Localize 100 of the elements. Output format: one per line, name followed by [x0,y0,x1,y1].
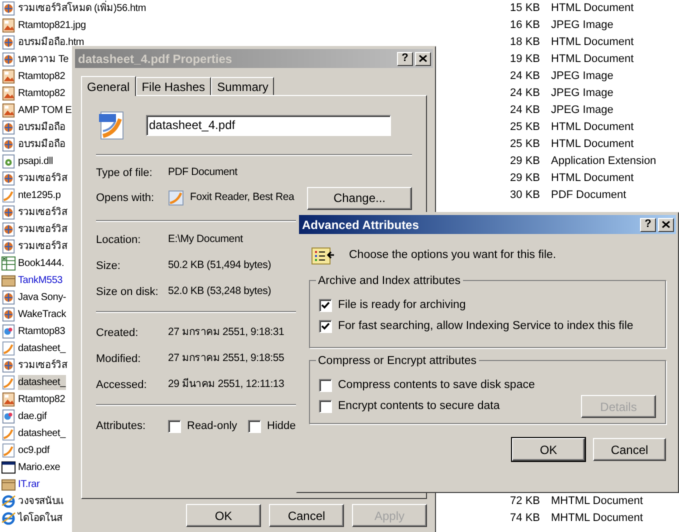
file-type: PDF Document [550,188,628,204]
field-value: Foxit Reader, Best Rea [190,190,296,206]
file-name[interactable]: psapi.dll [18,154,53,169]
file-name[interactable]: datasheet_ [18,426,66,441]
folder-list-icon [311,246,335,266]
help-button[interactable]: ? [640,218,656,232]
checkbox-label: Encrypt contents to secure data [338,398,500,414]
file-type: HTML Document [550,1,635,16]
field-label: Created: [96,326,140,341]
archive-icon [1,273,16,288]
file-size: 25 KB [509,137,540,152]
file-name[interactable]: WakeTrack [18,307,66,322]
file-name[interactable]: วงจรสนับแ [18,494,64,509]
file-name[interactable]: Mario.exe [18,460,60,475]
tab[interactable]: Summary [211,77,274,95]
file-type: HTML Document [550,120,635,136]
file-type: HTML Document [550,52,635,68]
file-name[interactable]: AMP TOM E [18,103,72,118]
file-name[interactable]: อบรมมือถือ [18,137,66,152]
file-name[interactable]: รวมเซอร์วิส [18,205,68,220]
file-type: Application Extension [550,154,658,170]
intro-text: Choose the options you want for this file. [349,248,556,264]
browser-e-icon [1,511,16,526]
checkbox[interactable] [168,420,181,432]
file-name[interactable]: Java Sony- [18,290,66,305]
checkbox[interactable] [319,320,332,333]
field-label: Accessed: [96,378,148,393]
file-name[interactable]: รวมเซอร์วิส [18,358,68,373]
file-size: 30 KB [509,188,540,204]
file-name[interactable]: อบรมมือถือ [18,120,66,135]
checkbox[interactable] [319,299,332,312]
file-name[interactable]: dae.gif [18,409,47,424]
close-button[interactable] [415,52,431,66]
file-name[interactable]: รวมเซอร์วิส [18,222,68,237]
file-name[interactable]: ไดโอดในส [18,511,62,526]
checkbox-label: File is ready for archiving [338,298,466,313]
file-type: JPEG Image [550,69,614,84]
file-name[interactable]: รวมเซอร์วิสโหมด (เพิ่ม)56.htm [18,1,146,16]
field-value: 29 มีนาคม 2551, 12:11:13 [168,377,284,392]
file-name[interactable]: Rtamtop821.jpg [18,18,86,33]
tab[interactable]: General [81,76,136,96]
field-label: Modified: [96,352,142,367]
field-value: PDF Document [168,165,238,180]
help-button[interactable]: ? [397,52,413,66]
file-name[interactable]: Rtamtop82 [18,392,66,407]
checkbox-label: Read-only [187,418,238,434]
dialog-button[interactable]: OK [186,504,261,527]
file-name[interactable]: nte1295.p [18,188,61,203]
field-label: Opens with: [96,190,156,206]
file-name[interactable]: บทความ Te [18,52,69,67]
file-type: JPEG Image [550,103,614,118]
file-name[interactable]: อบรมมือถือ.htm [18,35,84,50]
browser-e-icon [1,494,16,509]
change-button[interactable]: Change... [307,186,412,210]
file-size: 24 KB [509,86,540,102]
file-name[interactable]: oc9.pdf [18,443,50,458]
file-name[interactable]: Book1444. [18,256,64,271]
tab[interactable]: File Hashes [136,77,212,95]
dialog-button[interactable]: Cancel [269,504,344,527]
checkbox-label: Hidde [267,418,296,434]
field-value: E:\My Document [168,232,243,248]
dialog-button[interactable]: Cancel [593,438,666,461]
file-name[interactable]: รวมเซอร์วิส [18,171,68,186]
file-size: 72 KB [509,494,540,510]
dialog-button[interactable]: OK [512,438,585,461]
file-name[interactable]: IT.rar [18,477,40,492]
close-icon [419,55,427,62]
field-value: 52.0 KB (53,248 bytes) [168,284,271,300]
checkbox[interactable] [319,400,332,413]
file-size: 25 KB [509,120,540,136]
file-name[interactable]: datasheet_ [18,375,66,390]
close-button[interactable] [658,218,674,232]
file-type: MHTML Document [550,511,644,526]
file-type: JPEG Image [550,86,614,102]
file-name[interactable]: Rtamtop83 [18,324,66,339]
file-name-field[interactable]: datasheet_4.pdf [146,114,391,136]
field-label: Type of file: [96,166,154,181]
file-size: 74 KB [509,511,540,526]
file-name[interactable]: Rtamtop82 [18,69,66,84]
file-name[interactable]: datasheet_ [18,341,66,356]
pdf-app-icon [168,190,184,206]
file-size: 15 KB [509,1,540,16]
checkbox[interactable] [319,379,332,392]
checkbox-label: Compress contents to save disk space [338,378,535,393]
file-type: JPEG Image [550,18,614,34]
file-size: 29 KB [509,171,540,186]
file-size: 18 KB [509,35,540,50]
file-name[interactable]: Rtamtop82 [18,86,66,101]
field-value: 27 มกราคม 2551, 9:18:31 [168,325,284,340]
file-size: 29 KB [509,154,540,170]
file-size: 24 KB [509,69,540,84]
field-label: Location: [96,232,142,248]
file-size: 16 KB [509,18,540,34]
file-name[interactable]: รวมเซอร์วิส [18,239,68,254]
file-name[interactable]: TankM553 [18,273,63,288]
field-value: 50.2 KB (51,494 bytes) [168,258,271,274]
checkbox[interactable] [248,420,261,432]
window-title: Advanced Attributes [302,216,419,234]
checkbox-label: For fast searching, allow Indexing Service to index this file [338,318,634,334]
file-type: HTML Document [550,35,635,50]
